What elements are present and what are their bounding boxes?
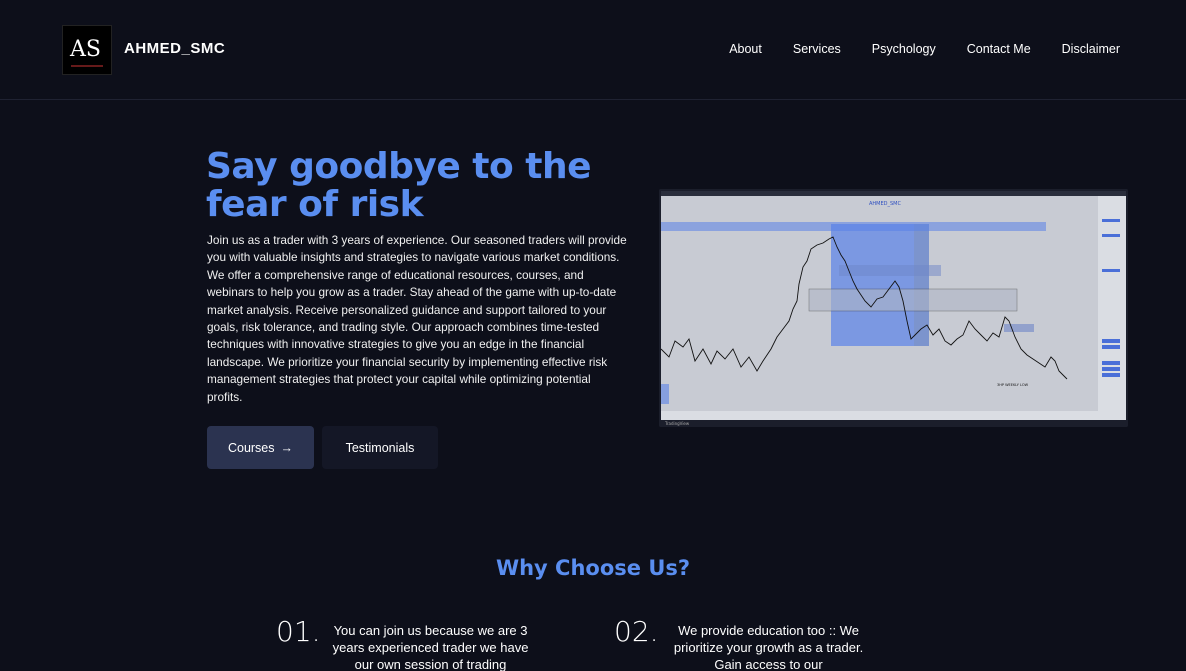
arrow-right-icon: →: [280, 440, 294, 455]
nav-link-contact[interactable]: Contact Me: [967, 42, 1031, 56]
svg-text:AS: AS: [69, 37, 101, 62]
logo-monogram-icon: AS: [69, 37, 103, 67]
trading-chart-graphic: TradingView AHMED_SMC 3HP WEEKLY LOW: [659, 189, 1128, 427]
logo[interactable]: AS: [62, 25, 112, 75]
nav-link-disclaimer[interactable]: Disclaimer: [1062, 42, 1120, 56]
courses-button[interactable]: Courses →: [207, 426, 314, 469]
svg-text:3HP WEEKLY LOW: 3HP WEEKLY LOW: [997, 383, 1029, 387]
feature-description: We provide education too :: We prioritiz…: [673, 623, 864, 671]
hero-description: Join us as a trader with 3 years of expe…: [207, 233, 627, 404]
nav-link-about[interactable]: About: [729, 42, 762, 56]
trading-chart-image: TradingView AHMED_SMC 3HP WEEKLY LOW: [659, 189, 1128, 427]
feature-number: 02.: [614, 615, 659, 648]
top-navbar: AS AHMED_SMC About Services Psychology C…: [0, 0, 1186, 100]
feature-description: You can join us because we are 3 years e…: [332, 623, 529, 671]
feature-number: 01.: [276, 615, 321, 648]
svg-text:TradingView: TradingView: [664, 421, 690, 426]
svg-text:AHMED_SMC: AHMED_SMC: [869, 201, 901, 207]
hero-title: Say goodbye to the fear of risk: [206, 146, 592, 225]
feature-item: 01. You can join us because we are 3 yea…: [276, 616, 531, 671]
testimonials-button[interactable]: Testimonials: [322, 426, 438, 469]
nav-link-services[interactable]: Services: [793, 42, 841, 56]
brand-name[interactable]: AHMED_SMC: [124, 40, 225, 57]
courses-button-label: Courses: [227, 440, 275, 455]
why-choose-us-title: Why Choose Us?: [495, 556, 691, 580]
nav-menu: About Services Psychology Contact Me Dis…: [729, 42, 1120, 56]
nav-link-psychology[interactable]: Psychology: [872, 42, 936, 56]
feature-item: 02. We provide education too :: We prior…: [614, 616, 869, 671]
testimonials-button-label: Testimonials: [345, 440, 415, 455]
